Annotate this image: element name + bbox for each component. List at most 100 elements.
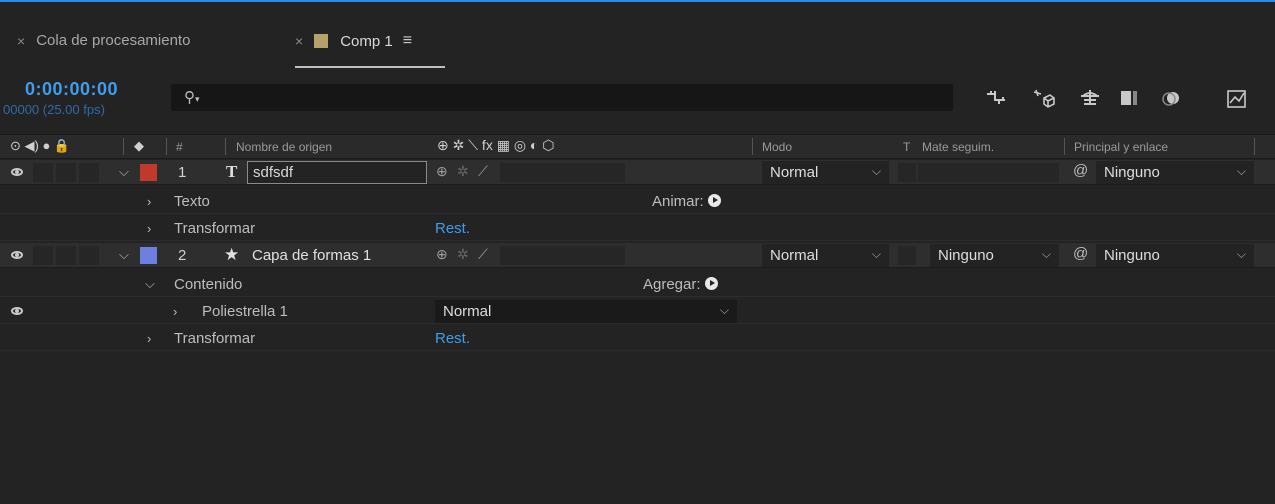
animate-label: Animar:	[652, 193, 704, 210]
column-track-matte[interactable]: Mate seguim.	[922, 140, 994, 154]
solo-toggle[interactable]	[56, 246, 76, 265]
play-circle-icon[interactable]	[707, 194, 721, 207]
visibility-eye-icon[interactable]	[11, 168, 23, 176]
visibility-eye-icon[interactable]	[11, 251, 23, 259]
property-label: Transformar	[174, 330, 256, 347]
close-icon[interactable]: ×	[295, 33, 303, 49]
layer-row-2[interactable]: ⌵ 2 ★ Capa de formas 1 ⊕ ✲ ⟋ Normal ⌵ Nin…	[0, 243, 1275, 268]
parent-dropdown[interactable]: Ninguno ⌵	[1096, 161, 1254, 184]
av-features-icons: ⊙ ◀) ● 🔒	[10, 138, 71, 153]
search-icon[interactable]: ⚲▾	[184, 88, 200, 106]
switch-slots[interactable]	[500, 163, 625, 182]
tab-comp-1[interactable]: × Comp 1 ≡	[295, 32, 412, 50]
current-time-display[interactable]: 0:00:00:00	[25, 79, 118, 100]
chevron-down-icon: ⌵	[1041, 247, 1051, 261]
chevron-down-icon: ⌵	[719, 303, 729, 317]
parent-value: Ninguno	[1104, 164, 1160, 181]
chevron-right-icon[interactable]: ›	[147, 331, 151, 346]
audio-toggle[interactable]	[33, 246, 53, 265]
parent-value: Ninguno	[1104, 247, 1160, 264]
tab-label: Cola de procesamiento	[36, 32, 191, 49]
blend-mode-dropdown[interactable]: Normal ⌵	[435, 300, 737, 323]
column-index[interactable]: #	[176, 140, 183, 154]
comp-mini-flowchart-icon[interactable]	[985, 88, 1009, 106]
switches-icons[interactable]: ⊕ ✲ ⟍ fx ▦ ◎ ◐ ⬡	[437, 137, 555, 154]
text-layer-icon: T	[226, 162, 238, 181]
layer-index: 2	[178, 247, 187, 264]
chevron-down-icon[interactable]: ⌵	[145, 276, 155, 292]
layer-label-color[interactable]	[140, 247, 157, 264]
chevron-right-icon[interactable]: ›	[173, 304, 177, 319]
shy-switch-icon[interactable]: ⊕	[436, 163, 448, 180]
mode-dropdown[interactable]: Normal ⌵	[762, 161, 889, 184]
mode-dropdown[interactable]: Normal ⌵	[762, 244, 889, 267]
property-label: Transformar	[174, 220, 256, 237]
shy-layers-icon[interactable]	[1078, 88, 1102, 106]
frame-count-display: 00000 (25.00 fps)	[3, 102, 105, 117]
layer-index: 1	[178, 164, 187, 181]
chevron-down-icon: ⌵	[871, 164, 881, 178]
pick-whip-icon[interactable]: @	[1073, 162, 1088, 179]
play-circle-icon[interactable]	[704, 277, 718, 290]
quality-switch-icon[interactable]: ⟋	[478, 163, 488, 180]
shy-switch-icon[interactable]: ⊕	[436, 246, 448, 263]
layer-name-field[interactable]: sdfsdf	[247, 161, 427, 184]
draft-3d-icon[interactable]	[1032, 88, 1056, 110]
motion-blur-icon[interactable]	[1160, 88, 1182, 108]
panel-menu-icon[interactable]: ≡	[403, 32, 412, 50]
layer-label-color[interactable]	[140, 164, 157, 181]
visibility-eye-icon[interactable]	[11, 307, 23, 315]
lock-toggle[interactable]	[79, 246, 99, 265]
animate-menu-button[interactable]: Animar:	[652, 193, 721, 210]
property-group-row[interactable]: ⌵ Contenido Agregar:	[0, 272, 1275, 297]
property-group-row[interactable]: › Texto Animar:	[0, 189, 1275, 214]
chevron-down-icon: ⌵	[871, 247, 881, 261]
timeline-header: 0:00:00:00 00000 (25.00 fps) ⚲▾	[0, 70, 1275, 122]
comp-color-swatch	[314, 34, 329, 48]
frame-blending-icon[interactable]	[1118, 88, 1140, 108]
collapse-switch-icon[interactable]: ✲	[457, 246, 469, 263]
layer-column-header: ⊙ ◀) ● 🔒 ◆ # Nombre de origen ⊕ ✲ ⟍ fx ▦…	[0, 134, 1275, 159]
solo-toggle[interactable]	[56, 163, 76, 182]
close-icon[interactable]: ×	[17, 33, 25, 49]
column-parent[interactable]: Principal y enlace	[1074, 140, 1168, 154]
property-group-row[interactable]: › Poliestrella 1 Normal ⌵	[0, 299, 1275, 324]
label-tag-icon[interactable]: ◆	[134, 138, 144, 154]
track-matte-dropdown[interactable]: Ninguno ⌵	[930, 244, 1059, 267]
add-label: Agregar:	[643, 276, 701, 293]
track-matte-value: Ninguno	[938, 247, 994, 264]
lock-toggle[interactable]	[79, 163, 99, 182]
blend-mode-value: Normal	[443, 303, 492, 320]
shape-layer-star-icon: ★	[224, 245, 240, 264]
audio-toggle[interactable]	[33, 163, 53, 182]
column-separator	[166, 138, 167, 155]
add-menu-button[interactable]: Agregar:	[643, 276, 718, 293]
column-separator	[1254, 138, 1255, 155]
search-input[interactable]: ⚲▾	[171, 84, 953, 111]
property-group-row[interactable]: › Transformar Rest.	[0, 326, 1275, 351]
collapse-switch-icon[interactable]: ✲	[457, 163, 469, 180]
reset-link[interactable]: Rest.	[435, 220, 470, 237]
chevron-right-icon[interactable]: ›	[147, 194, 151, 209]
property-group-row[interactable]: › Transformar Rest.	[0, 216, 1275, 241]
active-tab-underline	[295, 66, 445, 68]
pick-whip-icon[interactable]: @	[1073, 245, 1088, 262]
layer-name[interactable]: Capa de formas 1	[252, 247, 371, 264]
column-separator	[123, 138, 124, 155]
layer-row-1[interactable]: ⌵ 1 T sdfsdf ⊕ ✲ ⟋ Normal ⌵ @ Ninguno ⌵	[0, 160, 1275, 185]
preserve-transparency-toggle[interactable]	[898, 246, 916, 265]
preserve-transparency-toggle[interactable]	[898, 163, 916, 182]
chevron-right-icon[interactable]: ›	[147, 221, 151, 236]
property-label: Contenido	[174, 276, 243, 293]
column-mode[interactable]: Modo	[762, 140, 792, 154]
tab-render-queue[interactable]: × Cola de procesamiento	[17, 32, 190, 49]
quality-switch-icon[interactable]: ⟋	[478, 246, 488, 263]
column-source-name[interactable]: Nombre de origen	[236, 140, 332, 154]
parent-dropdown[interactable]: Ninguno ⌵	[1096, 244, 1254, 267]
column-preserve-transparency[interactable]: T	[903, 140, 910, 154]
chevron-down-icon[interactable]: ⌵	[119, 164, 129, 180]
chevron-down-icon[interactable]: ⌵	[119, 247, 129, 263]
reset-link[interactable]: Rest.	[435, 330, 470, 347]
graph-editor-icon[interactable]	[1226, 88, 1248, 110]
switch-slots[interactable]	[500, 246, 625, 265]
